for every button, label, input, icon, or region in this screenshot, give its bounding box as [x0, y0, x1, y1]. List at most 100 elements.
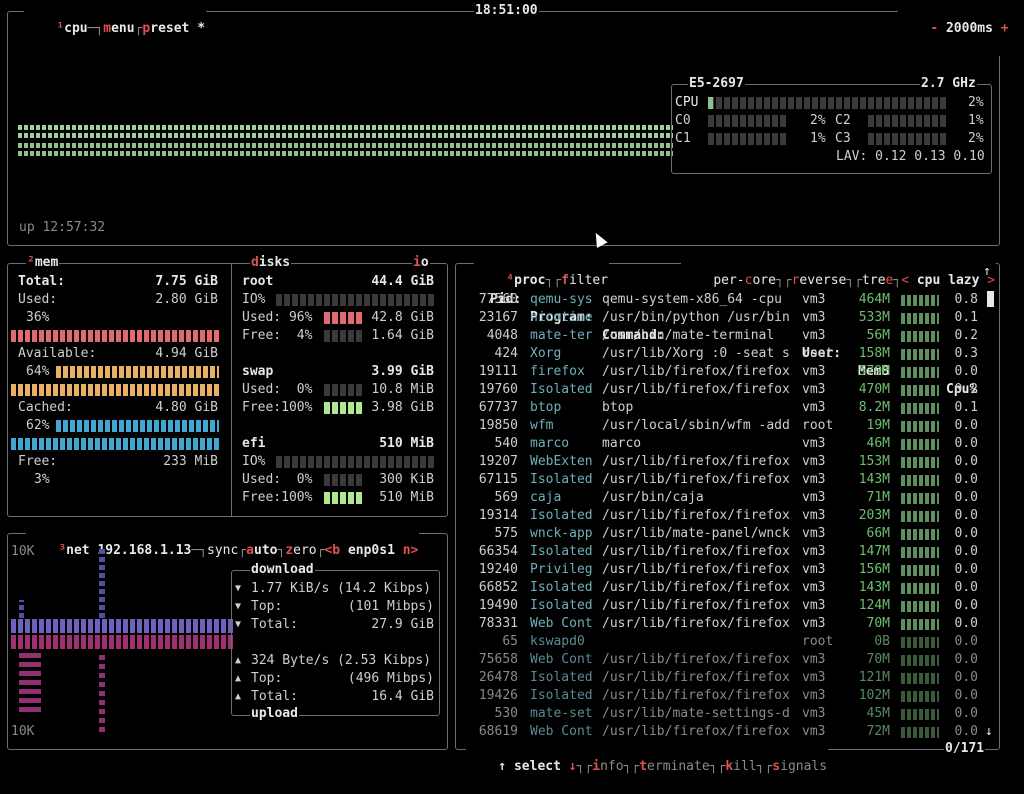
table-row[interactable]: 68619 Web Cont/usr/lib/firefox/firefox vm3… [456, 723, 996, 741]
proc-user: vm3 [802, 724, 826, 739]
proc-cpu-graph [901, 601, 939, 612]
proc-user: vm3 [802, 598, 826, 613]
proc-pid: 66852 [478, 580, 518, 595]
proc-program: nicotine [530, 310, 593, 325]
proc-command: /usr/lib/firefox/firefox [602, 652, 790, 667]
preset-tab[interactable]: reset * [150, 21, 205, 36]
menu-tab-key[interactable]: m [103, 21, 111, 36]
table-row[interactable]: 66354 Isolated/usr/lib/firefox/firefox vm3… [456, 543, 996, 561]
proc-cpu-graph [901, 529, 939, 540]
table-row[interactable]: 23167 nicotine/usr/bin/python /usr/bin vm3… [456, 309, 996, 327]
table-row[interactable]: 65 kswapd0 root 0B 0.0 [456, 633, 996, 651]
table-row[interactable]: 19111 firefox/usr/lib/firefox/firefox vm3 5… [456, 363, 996, 381]
table-row[interactable]: 78331 Web Cont/usr/lib/firefox/firefox vm3… [456, 615, 996, 633]
terminate-button[interactable]: erminate [647, 759, 710, 774]
proc-mem: 71M [866, 490, 890, 505]
net-download-graph [11, 619, 233, 633]
update-interval: - 2000ms + [898, 2, 1010, 56]
io-toggle[interactable]: io [412, 254, 430, 272]
kill-key[interactable]: k [725, 759, 733, 774]
table-row[interactable]: 19240 Privileg/usr/lib/firefox/firefox vm3… [456, 561, 996, 579]
net-zero-key[interactable]: z [285, 543, 293, 558]
proc-mem: 0B [874, 634, 890, 649]
proc-user: vm3 [802, 436, 826, 451]
table-row[interactable]: 19207 WebExten/usr/lib/firefox/firefox vm3… [456, 453, 996, 471]
kill-button[interactable]: ill [733, 759, 756, 774]
mem-available-value: 4.94 GiB [155, 346, 218, 361]
proc-scroll-down-icon[interactable]: ↓ [985, 723, 993, 741]
proc-program: Isolated [530, 508, 593, 523]
mem-cached-graph [56, 420, 219, 432]
net-sync-toggle[interactable]: sync [207, 543, 238, 558]
info-key[interactable]: i [592, 759, 600, 774]
table-row[interactable]: 19426 Isolated/usr/lib/firefox/firefox vm3… [456, 687, 996, 705]
proc-cpu-graph [901, 511, 939, 522]
signals-key[interactable]: s [772, 759, 780, 774]
net-auto-key[interactable]: a [246, 543, 254, 558]
menu-tab[interactable]: enu [111, 21, 134, 36]
proc-command: marco [602, 436, 642, 451]
signals-button[interactable]: ignals [780, 759, 827, 774]
proc-mem: 70M [866, 616, 890, 631]
disk-efi-name: efi [242, 436, 266, 451]
proc-cpu-graph [901, 457, 939, 468]
mem-cached-pct: 62% [26, 418, 50, 433]
interval-increase-button[interactable]: + [1001, 21, 1009, 36]
select-up-icon[interactable]: ↑ [498, 759, 506, 774]
proc-user: vm3 [802, 508, 826, 523]
info-button[interactable]: nfo [600, 759, 623, 774]
table-row[interactable]: 575 wnck-app/usr/lib/mate-panel/wnck vm3 66… [456, 525, 996, 543]
uptime: up 12:57:32 [19, 220, 106, 235]
terminate-key[interactable]: t [639, 759, 647, 774]
table-row[interactable]: 67737 btop btop vm3 8.2M 0.1 [456, 399, 996, 417]
proc-program: Isolated [530, 580, 593, 595]
disk-swap-used-value: 10.8 MiB [371, 382, 434, 397]
proc-cpu-graph [901, 367, 939, 378]
table-row[interactable]: 19760 Isolated/usr/lib/firefox/firefox vm3… [456, 381, 996, 399]
proc-mem: 56M [866, 328, 890, 343]
proc-scrollbar-thumb[interactable] [987, 291, 994, 307]
net-iface-prev-button[interactable]: <b [324, 543, 340, 558]
cpu-tab[interactable]: cpu [64, 21, 87, 36]
table-row[interactable]: 26478 Isolated/usr/lib/firefox/firefox vm3… [456, 669, 996, 687]
net-iface-next-button[interactable]: n> [403, 543, 419, 558]
net-title[interactable]: net [66, 543, 89, 558]
proc-pid: 575 [494, 526, 518, 541]
disk-swap-size: 3.99 GiB [371, 364, 434, 379]
mem-title[interactable]: ²mem [26, 254, 60, 272]
proc-mem: 72M [866, 724, 890, 739]
interval-value: 2000ms [945, 21, 993, 36]
table-row[interactable]: 19850 wfm/usr/local/sbin/wfm -add root 19M 0… [456, 417, 996, 435]
proc-user: vm3 [802, 382, 826, 397]
net-ip: 192.168.1.13 [97, 543, 192, 558]
proc-user: vm3 [802, 580, 826, 595]
disk-swap-free-label: Free:100% [242, 400, 313, 415]
table-row[interactable]: 67115 Isolated/usr/lib/firefox/firefox vm3… [456, 471, 996, 489]
proc-user: vm3 [802, 400, 826, 415]
proc-program: Isolated [530, 670, 593, 685]
table-row[interactable]: 75658 Web Cont/usr/lib/firefox/firefox vm3… [456, 651, 996, 669]
table-row[interactable]: 4048 mate-ter/usr/bin/mate-terminal vm3 56M… [456, 327, 996, 345]
proc-user: vm3 [802, 454, 826, 469]
net-auto-toggle[interactable]: uto [254, 543, 277, 558]
proc-user: vm3 [802, 364, 826, 379]
proc-command: /usr/lib/firefox/firefox [602, 382, 790, 397]
table-row[interactable]: 77560 qemu-sys qemu-system-x86_64 -cpu vm3 4… [456, 291, 996, 309]
interval-decrease-button[interactable]: - [930, 21, 938, 36]
net-zero-toggle[interactable]: ero [293, 543, 316, 558]
proc-user: vm3 [802, 544, 826, 559]
table-row[interactable]: 19314 Isolated/usr/lib/firefox/firefox vm3… [456, 507, 996, 525]
proc-mem: 158M [858, 346, 890, 361]
table-row[interactable]: 530 mate-set/usr/lib/mate-settings-d vm3 45… [456, 705, 996, 723]
disks-title[interactable]: disks [250, 254, 292, 272]
disk-root-size: 44.4 GiB [371, 274, 434, 289]
cpu-panel: ¹cpu─┐menu┌preset * 18:51:00 - 2000ms + … [7, 2, 1010, 246]
table-row[interactable]: 19490 Isolated/usr/lib/firefox/firefox vm3… [456, 597, 996, 615]
disk-efi-used-meter [324, 474, 362, 486]
table-row[interactable]: 424 Xorg/usr/lib/Xorg :0 -seat s root 158M 0… [456, 345, 996, 363]
table-row[interactable]: 66852 Isolated/usr/lib/firefox/firefox vm3… [456, 579, 996, 597]
table-row[interactable]: 569 caja/usr/bin/caja vm3 71M 0.0 [456, 489, 996, 507]
table-row[interactable]: 540 marco marco vm3 46M 0.0 [456, 435, 996, 453]
proc-cpu-graph [901, 727, 939, 738]
select-down-icon[interactable]: ↓ [569, 759, 577, 774]
